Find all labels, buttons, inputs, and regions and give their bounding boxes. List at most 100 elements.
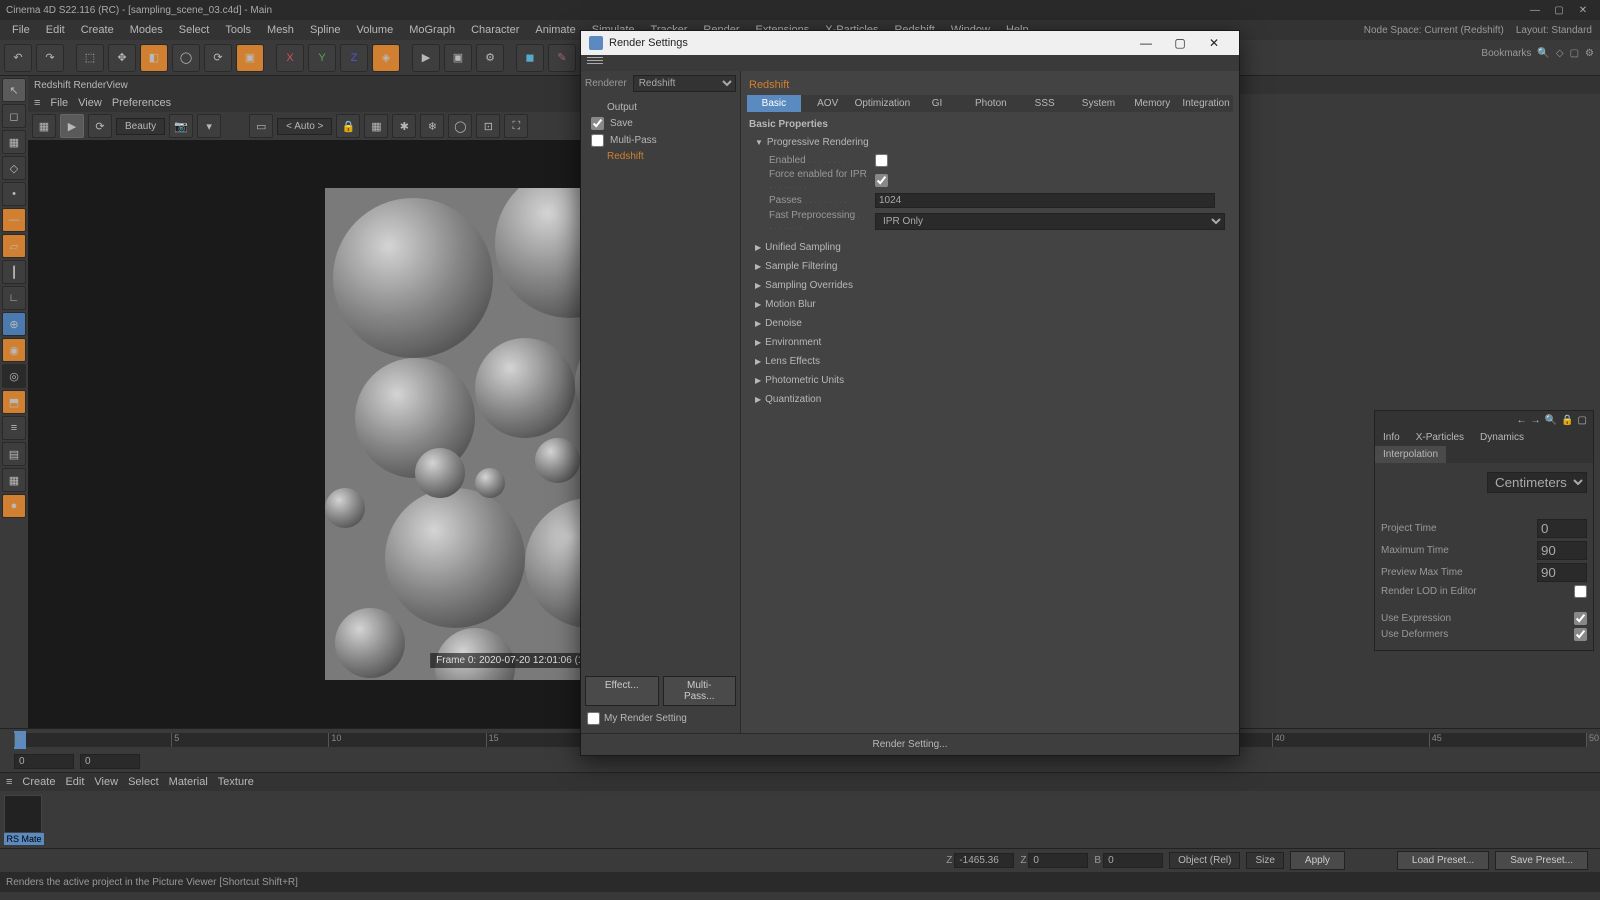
mat-menu-select[interactable]: Select: [128, 776, 159, 788]
point-mode-icon[interactable]: •: [2, 182, 26, 206]
passes-input[interactable]: [875, 193, 1215, 208]
max-time-input[interactable]: [1537, 541, 1587, 560]
tree-save[interactable]: Save: [589, 115, 736, 132]
attr-tab-info[interactable]: Info: [1375, 429, 1408, 446]
attr-new-window-icon[interactable]: ▢: [1570, 48, 1579, 59]
dialog-footer-button[interactable]: Render Setting...: [581, 733, 1239, 755]
cube-tool[interactable]: ▣: [236, 44, 264, 72]
dialog-minimize-button[interactable]: —: [1129, 33, 1163, 53]
dialog-maximize-button[interactable]: ▢: [1163, 33, 1197, 53]
tree-save-checkbox[interactable]: [591, 117, 604, 130]
coord-b-input[interactable]: [1103, 853, 1163, 868]
rv-menu-view[interactable]: View: [78, 97, 102, 109]
attr-search-icon[interactable]: 🔍: [1545, 415, 1557, 426]
model-mode-icon[interactable]: ◻: [2, 104, 26, 128]
attr-nav-fwd-icon[interactable]: →: [1531, 415, 1541, 426]
hamburger-icon[interactable]: ≡: [6, 776, 12, 788]
minimize-button[interactable]: —: [1524, 3, 1546, 18]
multipass-button[interactable]: Multi-Pass...: [663, 676, 737, 706]
my-render-setting[interactable]: My Render Setting: [585, 708, 736, 729]
mat-menu-view[interactable]: View: [94, 776, 118, 788]
grid-icon[interactable]: ▦: [2, 468, 26, 492]
attr-tab-interpolation[interactable]: Interpolation: [1375, 446, 1446, 463]
rv-crop-icon[interactable]: ▭: [249, 114, 273, 138]
polygon-mode-icon[interactable]: ▱: [2, 234, 26, 258]
rotate-tool[interactable]: ◯: [172, 44, 200, 72]
tree-output[interactable]: Output: [589, 100, 736, 115]
attr-gear-icon[interactable]: ⚙: [1585, 48, 1594, 59]
dialog-hamburger-icon[interactable]: [587, 57, 603, 69]
rs-tab-memory[interactable]: Memory: [1125, 95, 1179, 112]
rv-play-icon[interactable]: ▶: [60, 114, 84, 138]
rv-lock-icon[interactable]: 🔒: [336, 114, 360, 138]
apply-button[interactable]: Apply: [1290, 851, 1345, 870]
axis-line-icon[interactable]: ┃: [2, 260, 26, 284]
menu-mograph[interactable]: MoGraph: [401, 22, 463, 38]
render-settings-button[interactable]: ⚙: [476, 44, 504, 72]
force-ipr-checkbox[interactable]: [875, 174, 888, 187]
coord-mode-dropdown[interactable]: Object (Rel): [1169, 852, 1240, 869]
snap-icon[interactable]: ◎: [2, 364, 26, 388]
hamburger-icon[interactable]: ≡: [34, 97, 40, 109]
node-space-dropdown[interactable]: Node Space: Current (Redshift): [1360, 25, 1508, 36]
stack-icon[interactable]: ▤: [2, 442, 26, 466]
menu-edit[interactable]: Edit: [38, 22, 73, 38]
z-axis-lock[interactable]: Z: [340, 44, 368, 72]
rv-menu-preferences[interactable]: Preferences: [112, 97, 171, 109]
attr-tab-dynamics[interactable]: Dynamics: [1472, 429, 1532, 446]
mat-menu-material[interactable]: Material: [169, 776, 208, 788]
menu-file[interactable]: File: [4, 22, 38, 38]
edge-mode-icon[interactable]: —: [2, 208, 26, 232]
rs-tab-system[interactable]: System: [1072, 95, 1126, 112]
menu-volume[interactable]: Volume: [349, 22, 402, 38]
rs-tab-gi[interactable]: GI: [910, 95, 964, 112]
fast-preprocessing-dropdown[interactable]: IPR Only: [875, 213, 1225, 230]
rv-menu-file[interactable]: File: [50, 97, 68, 109]
undo-button[interactable]: ↶: [4, 44, 32, 72]
menu-animate[interactable]: Animate: [527, 22, 583, 38]
rs-tab-basic[interactable]: Basic: [747, 95, 801, 112]
mat-menu-texture[interactable]: Texture: [218, 776, 254, 788]
material-item[interactable]: RS Mate: [4, 795, 44, 845]
spline-pen-button[interactable]: ✎: [548, 44, 576, 72]
primitive-cube-button[interactable]: ◼: [516, 44, 544, 72]
rs-tab-integration[interactable]: Integration: [1179, 95, 1233, 112]
coord-z-input[interactable]: [954, 853, 1014, 868]
select-tool[interactable]: ⬚: [76, 44, 104, 72]
attr-popup-icon[interactable]: ▢: [1578, 415, 1587, 426]
project-time-input[interactable]: [1537, 519, 1587, 538]
my-render-setting-checkbox[interactable]: [587, 712, 600, 725]
redo-button[interactable]: ↷: [36, 44, 64, 72]
menu-mesh[interactable]: Mesh: [259, 22, 302, 38]
dialog-close-button[interactable]: ✕: [1197, 33, 1231, 53]
group-progressive-header[interactable]: Progressive Rendering: [755, 135, 1225, 150]
rv-exposure-icon[interactable]: ◯: [448, 114, 472, 138]
rv-expand-icon[interactable]: ⛶: [504, 114, 528, 138]
attr-lock-icon[interactable]: 🔒: [1561, 415, 1573, 426]
render-lod-checkbox[interactable]: [1574, 585, 1587, 598]
tree-multipass[interactable]: Multi-Pass: [589, 132, 736, 149]
x-axis-lock[interactable]: X: [276, 44, 304, 72]
texture-mode-icon[interactable]: ▦: [2, 130, 26, 154]
attr-tab-xparticles[interactable]: X-Particles: [1408, 429, 1472, 446]
coord-size-dropdown[interactable]: Size: [1246, 852, 1283, 869]
attr-nav-back-icon[interactable]: ←: [1517, 415, 1527, 426]
effect-button[interactable]: Effect...: [585, 676, 659, 706]
attr-filter-icon[interactable]: ◇: [1556, 48, 1564, 59]
viewport-solo-icon[interactable]: ◉: [2, 338, 26, 362]
menu-modes[interactable]: Modes: [122, 22, 171, 38]
coord-system-button[interactable]: ◈: [372, 44, 400, 72]
renderer-dropdown[interactable]: Redshift: [633, 75, 736, 92]
y-axis-lock[interactable]: Y: [308, 44, 336, 72]
mat-menu-create[interactable]: Create: [22, 776, 55, 788]
timeline-current-frame[interactable]: [14, 754, 74, 769]
mat-menu-edit[interactable]: Edit: [65, 776, 84, 788]
last-tool[interactable]: ⟳: [204, 44, 232, 72]
close-button[interactable]: ✕: [1572, 3, 1594, 18]
bookmarks-label[interactable]: Bookmarks: [1481, 48, 1531, 59]
rv-focus-icon[interactable]: ⊡: [476, 114, 500, 138]
load-preset-button[interactable]: Load Preset...: [1397, 851, 1489, 870]
rs-tab-sss[interactable]: SSS: [1018, 95, 1072, 112]
axis-corner-icon[interactable]: ∟: [2, 286, 26, 310]
render-region-button[interactable]: ▣: [444, 44, 472, 72]
